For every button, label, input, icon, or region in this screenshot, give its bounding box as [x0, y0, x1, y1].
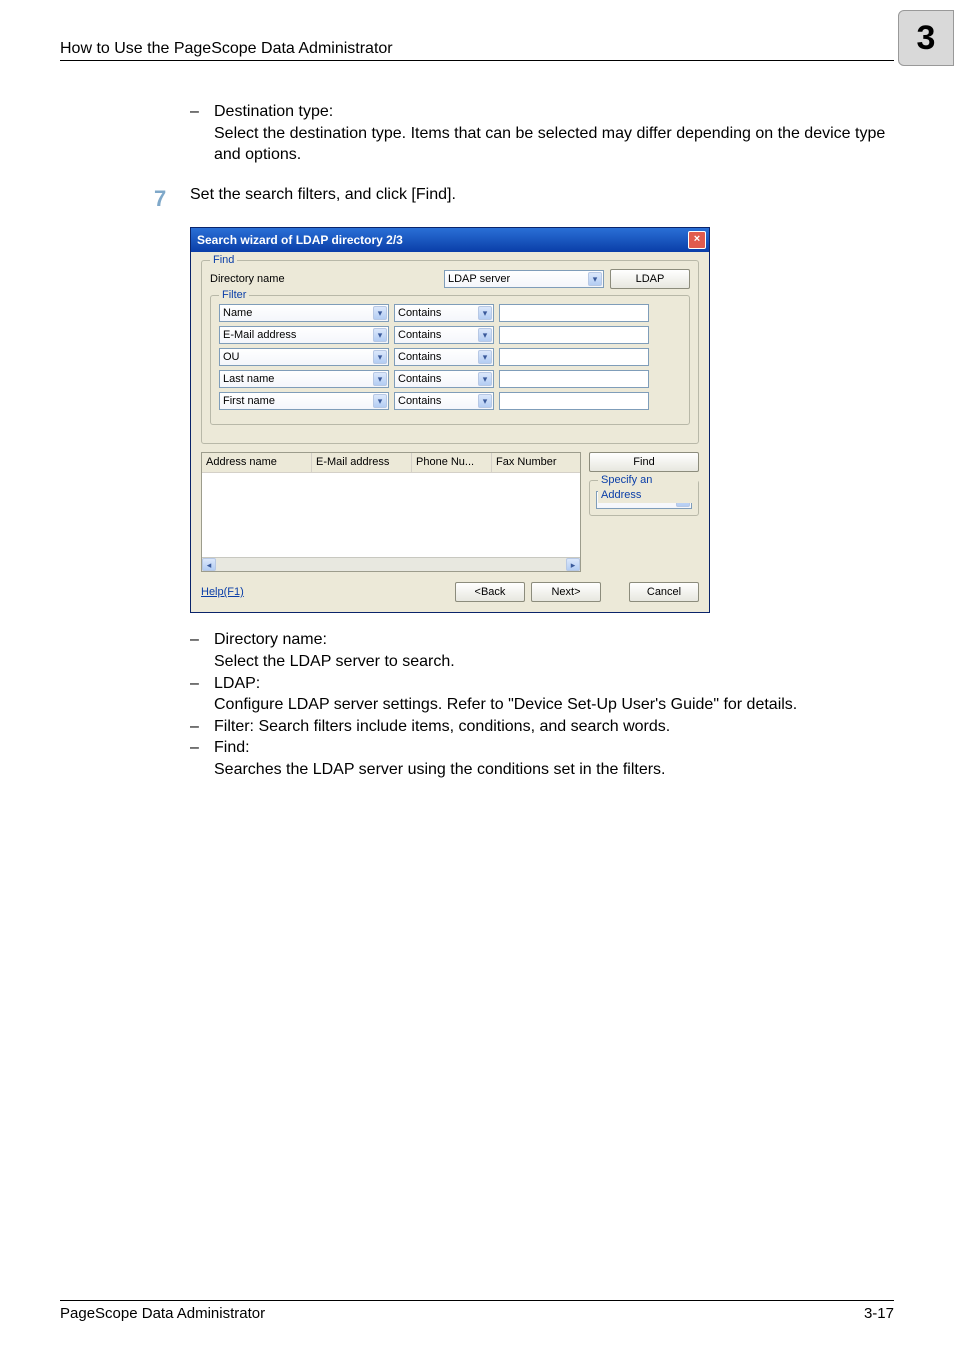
dash: –: [190, 101, 214, 166]
find-button[interactable]: Find: [589, 452, 699, 472]
directory-name-label: Directory name: [210, 272, 320, 287]
filter-value-input[interactable]: [499, 348, 649, 366]
results-list[interactable]: Address name E-Mail address Phone Nu... …: [201, 452, 581, 572]
directory-name-select[interactable]: LDAP server ▾: [444, 270, 604, 288]
dash: –: [190, 673, 214, 716]
col-phone[interactable]: Phone Nu...: [412, 453, 492, 472]
ldap-search-dialog: Search wizard of LDAP directory 2/3 × Fi…: [190, 227, 710, 613]
chevron-down-icon: ▾: [478, 350, 492, 364]
find-legend: Find: [210, 253, 237, 268]
filter-attr-select[interactable]: OU ▾: [219, 348, 389, 366]
close-button[interactable]: ×: [688, 231, 706, 249]
header-title: How to Use the PageScope Data Administra…: [60, 40, 393, 58]
cancel-button[interactable]: Cancel: [629, 582, 699, 602]
chevron-left-icon[interactable]: ◂: [202, 558, 216, 571]
col-email[interactable]: E-Mail address: [312, 453, 412, 472]
chevron-down-icon: ▾: [373, 328, 387, 342]
filter-value-input[interactable]: [499, 370, 649, 388]
filter-attr-select[interactable]: First name ▾: [219, 392, 389, 410]
filter-attr-select[interactable]: E-Mail address ▾: [219, 326, 389, 344]
next-button[interactable]: Next>: [531, 582, 601, 602]
filter-cond-select[interactable]: Contains ▾: [394, 370, 494, 388]
chevron-down-icon: ▾: [373, 350, 387, 364]
directory-name-value: LDAP server: [448, 272, 510, 287]
filter-cond-select[interactable]: Contains ▾: [394, 348, 494, 366]
step-number: 7: [154, 184, 190, 214]
filter-attr-value: First name: [223, 394, 275, 409]
filter-attr-value: Last name: [223, 372, 274, 387]
filter-group: Filter Name▾ Contains▾ E-Mail address▾ C…: [210, 295, 690, 425]
filter-attr-value: E-Mail address: [223, 328, 296, 343]
filter-cond-select[interactable]: Contains ▾: [394, 326, 494, 344]
filter-cond-select[interactable]: Contains ▾: [394, 304, 494, 322]
back-button[interactable]: <Back: [455, 582, 525, 602]
filter-cond-value: Contains: [398, 372, 441, 387]
chevron-down-icon: ▾: [478, 328, 492, 342]
chevron-down-icon: ▾: [588, 272, 602, 286]
filter-cond-value: Contains: [398, 306, 441, 321]
filter-attr-select[interactable]: Name ▾: [219, 304, 389, 322]
step-text: Set the search filters, and click [Find]…: [190, 184, 894, 214]
filter-value-input[interactable]: [499, 304, 649, 322]
dash: –: [190, 629, 214, 672]
footer-right: 3-17: [864, 1305, 894, 1322]
desc-heading: Filter: Search filters include items, co…: [214, 716, 894, 738]
chevron-down-icon: ▾: [373, 372, 387, 386]
filter-cond-value: Contains: [398, 394, 441, 409]
chevron-right-icon[interactable]: ▸: [566, 558, 580, 571]
filter-attr-value: Name: [223, 306, 252, 321]
col-address-name[interactable]: Address name: [202, 453, 312, 472]
desc-heading: LDAP:: [214, 673, 894, 695]
desc-heading: Directory name:: [214, 629, 894, 651]
dest-type-body: Select the destination type. Items that …: [214, 123, 894, 166]
find-group: Find Directory name LDAP server ▾ LDAP F…: [201, 260, 699, 444]
chevron-down-icon: ▾: [478, 394, 492, 408]
chapter-badge: 3: [898, 10, 954, 66]
footer-left: PageScope Data Administrator: [60, 1305, 265, 1322]
chevron-down-icon: ▾: [478, 372, 492, 386]
ldap-button[interactable]: LDAP: [610, 269, 690, 289]
chevron-down-icon: ▾: [478, 306, 492, 320]
specify-address-legend: Specify an Address: [598, 473, 698, 503]
desc-body: Searches the LDAP server using the condi…: [214, 759, 894, 781]
filter-attr-value: OU: [223, 350, 240, 365]
dest-type-heading: Destination type:: [214, 101, 894, 123]
help-link[interactable]: Help(F1): [201, 585, 244, 600]
specify-address-group: Specify an Address CN ▾: [589, 480, 699, 516]
chevron-down-icon: ▾: [373, 306, 387, 320]
filter-value-input[interactable]: [499, 392, 649, 410]
chevron-down-icon: ▾: [373, 394, 387, 408]
filter-cond-value: Contains: [398, 328, 441, 343]
horizontal-scrollbar[interactable]: ◂ ▸: [202, 557, 580, 571]
col-fax[interactable]: Fax Number: [492, 453, 580, 472]
dialog-title: Search wizard of LDAP directory 2/3: [197, 232, 403, 248]
filter-value-input[interactable]: [499, 326, 649, 344]
filter-cond-value: Contains: [398, 350, 441, 365]
desc-body: Select the LDAP server to search.: [214, 651, 894, 673]
filter-attr-select[interactable]: Last name ▾: [219, 370, 389, 388]
dash: –: [190, 737, 214, 780]
desc-heading: Find:: [214, 737, 894, 759]
dash: –: [190, 716, 214, 738]
desc-body: Configure LDAP server settings. Refer to…: [214, 694, 894, 716]
filter-cond-select[interactable]: Contains ▾: [394, 392, 494, 410]
filter-legend: Filter: [219, 288, 249, 303]
